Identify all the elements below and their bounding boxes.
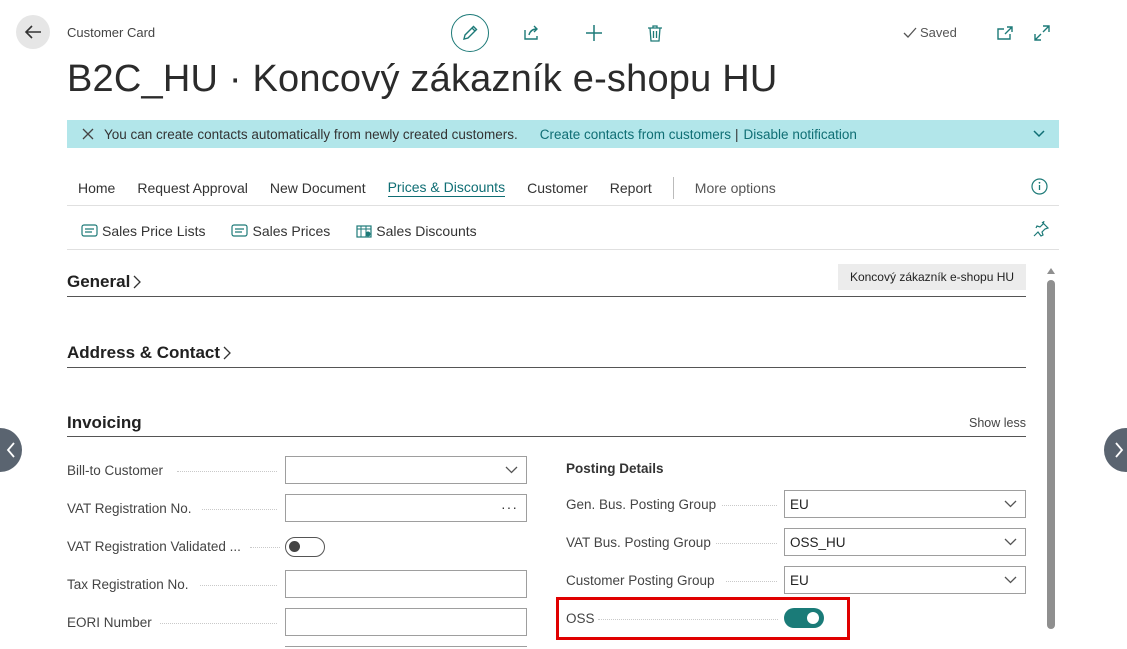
- section-title[interactable]: Invoicing: [67, 413, 142, 433]
- section-title: Address & Contact: [67, 343, 221, 362]
- eori-number-field[interactable]: [285, 608, 527, 636]
- action-menu: Home Request Approval New Document Price…: [67, 170, 1059, 206]
- chevron-left-icon: [6, 442, 15, 458]
- previous-record-button[interactable]: [0, 428, 22, 472]
- edit-button[interactable]: [451, 14, 489, 52]
- vat-registration-no-field[interactable]: ···: [285, 494, 527, 522]
- field-label: VAT Bus. Posting Group: [566, 535, 711, 550]
- create-contacts-link[interactable]: Create contacts from customers: [540, 127, 731, 142]
- plus-icon: [586, 25, 602, 41]
- checkmark-icon: [903, 27, 917, 38]
- section-title: General: [67, 272, 131, 291]
- field-label: Customer Posting Group: [566, 573, 715, 588]
- field-value: OSS_HU: [790, 534, 846, 550]
- menu-divider: [672, 176, 674, 199]
- expand-button[interactable]: [1031, 22, 1053, 44]
- leader-dots: [722, 505, 777, 506]
- info-icon[interactable]: [1031, 178, 1048, 195]
- field-label: Gen. Bus. Posting Group: [566, 497, 717, 512]
- action-label: Sales Price Lists: [102, 222, 206, 239]
- saved-status: Saved: [903, 25, 957, 40]
- menu-item-prices-discounts[interactable]: Prices & Discounts: [377, 170, 516, 206]
- leader-dots: [202, 509, 277, 510]
- chevron-down-icon: [1004, 538, 1017, 546]
- breadcrumb: Customer Card: [67, 25, 156, 40]
- leader-dots: [250, 547, 280, 548]
- notification-message: You can create contacts automatically fr…: [104, 126, 518, 142]
- leader-dots: [716, 543, 777, 544]
- vat-bus-posting-group-dropdown[interactable]: OSS_HU: [784, 528, 1026, 556]
- lookup-ellipsis-icon[interactable]: ···: [501, 499, 518, 515]
- action-label: Sales Prices: [252, 222, 331, 239]
- back-button[interactable]: [16, 15, 50, 49]
- delete-button[interactable]: [644, 22, 666, 44]
- menu-item-home[interactable]: Home: [67, 170, 126, 206]
- sales-prices-action[interactable]: Sales Prices: [231, 223, 330, 239]
- sales-discounts-action[interactable]: Sales Discounts: [356, 222, 477, 239]
- menu-item-report[interactable]: Report: [599, 170, 663, 206]
- show-less-link[interactable]: Show less: [969, 416, 1026, 430]
- menu-item-customer[interactable]: Customer: [516, 170, 599, 206]
- new-button[interactable]: [583, 22, 605, 44]
- posting-details-heading: Posting Details: [566, 461, 664, 476]
- field-label: EORI Number: [67, 615, 152, 630]
- oss-highlight-box: [556, 597, 850, 640]
- chevron-down-icon: [1004, 500, 1017, 508]
- menu-item-new-document[interactable]: New Document: [259, 170, 377, 206]
- vertical-scrollbar[interactable]: [1047, 280, 1055, 629]
- chevron-right-icon: [133, 275, 142, 289]
- price-list-icon: [81, 224, 98, 237]
- tax-registration-no-field[interactable]: [285, 570, 527, 598]
- sales-price-lists-action[interactable]: Sales Price Lists: [81, 223, 205, 239]
- gen-bus-posting-group-dropdown[interactable]: EU: [784, 490, 1026, 518]
- chevron-right-icon: [1115, 442, 1124, 458]
- toggle-knob: [289, 541, 300, 552]
- field-value: EU: [790, 496, 809, 512]
- field-label: VAT Registration No.: [67, 501, 192, 516]
- general-summary-badge[interactable]: Koncový zákazník e-shopu HU: [838, 264, 1026, 290]
- chevron-down-icon: [505, 466, 518, 474]
- back-arrow-icon: [24, 25, 41, 39]
- promoted-actions-bar: Sales Price Lists Sales Prices Sales Dis…: [67, 212, 1059, 250]
- field-label: VAT Registration Validated ...: [67, 539, 241, 554]
- chevron-down-icon[interactable]: [1033, 127, 1045, 139]
- disable-notification-link[interactable]: Disable notification: [744, 127, 857, 142]
- chevron-down-icon: [1004, 576, 1017, 584]
- open-in-new-window-icon: [997, 26, 1013, 40]
- scroll-up-arrow-icon[interactable]: [1045, 266, 1057, 276]
- leader-dots: [200, 585, 277, 586]
- notification-separator: |: [735, 126, 739, 142]
- notification-bar: You can create contacts automatically fr…: [67, 120, 1059, 148]
- chevron-right-icon: [223, 346, 231, 360]
- invoicing-section-header: Invoicing Show less: [67, 409, 1026, 437]
- menu-item-label: Prices & Discounts: [387, 178, 506, 197]
- pin-icon[interactable]: [1032, 221, 1049, 238]
- field-label: Bill-to Customer: [67, 463, 164, 478]
- discount-icon: [356, 224, 372, 238]
- vat-registration-validated-toggle[interactable]: [285, 537, 325, 557]
- bill-to-customer-dropdown[interactable]: [285, 456, 527, 484]
- dismiss-notification-icon[interactable]: [81, 128, 95, 140]
- field-value: EU: [790, 572, 809, 588]
- field-label: Tax Registration No.: [67, 577, 189, 592]
- price-tag-icon: [231, 224, 249, 237]
- trash-icon: [648, 25, 662, 42]
- open-new-window-button[interactable]: [994, 22, 1016, 44]
- next-record-button[interactable]: [1104, 428, 1127, 472]
- menu-item-request-approval[interactable]: Request Approval: [126, 170, 259, 206]
- saved-label: Saved: [920, 25, 957, 40]
- action-label: Sales Discounts: [376, 222, 477, 239]
- customer-posting-group-dropdown[interactable]: EU: [784, 566, 1026, 594]
- page-title: B2C_HU · Koncový zákazník e-shopu HU: [67, 58, 778, 100]
- share-button[interactable]: [520, 22, 542, 44]
- leader-dots: [726, 581, 777, 582]
- leader-dots: [160, 623, 277, 624]
- more-options-button[interactable]: More options: [684, 170, 787, 206]
- expand-icon: [1034, 25, 1050, 41]
- leader-dots: [177, 471, 277, 472]
- share-icon: [524, 25, 538, 40]
- pencil-icon: [463, 25, 478, 40]
- address-contact-section-header[interactable]: Address & Contact: [67, 339, 1026, 368]
